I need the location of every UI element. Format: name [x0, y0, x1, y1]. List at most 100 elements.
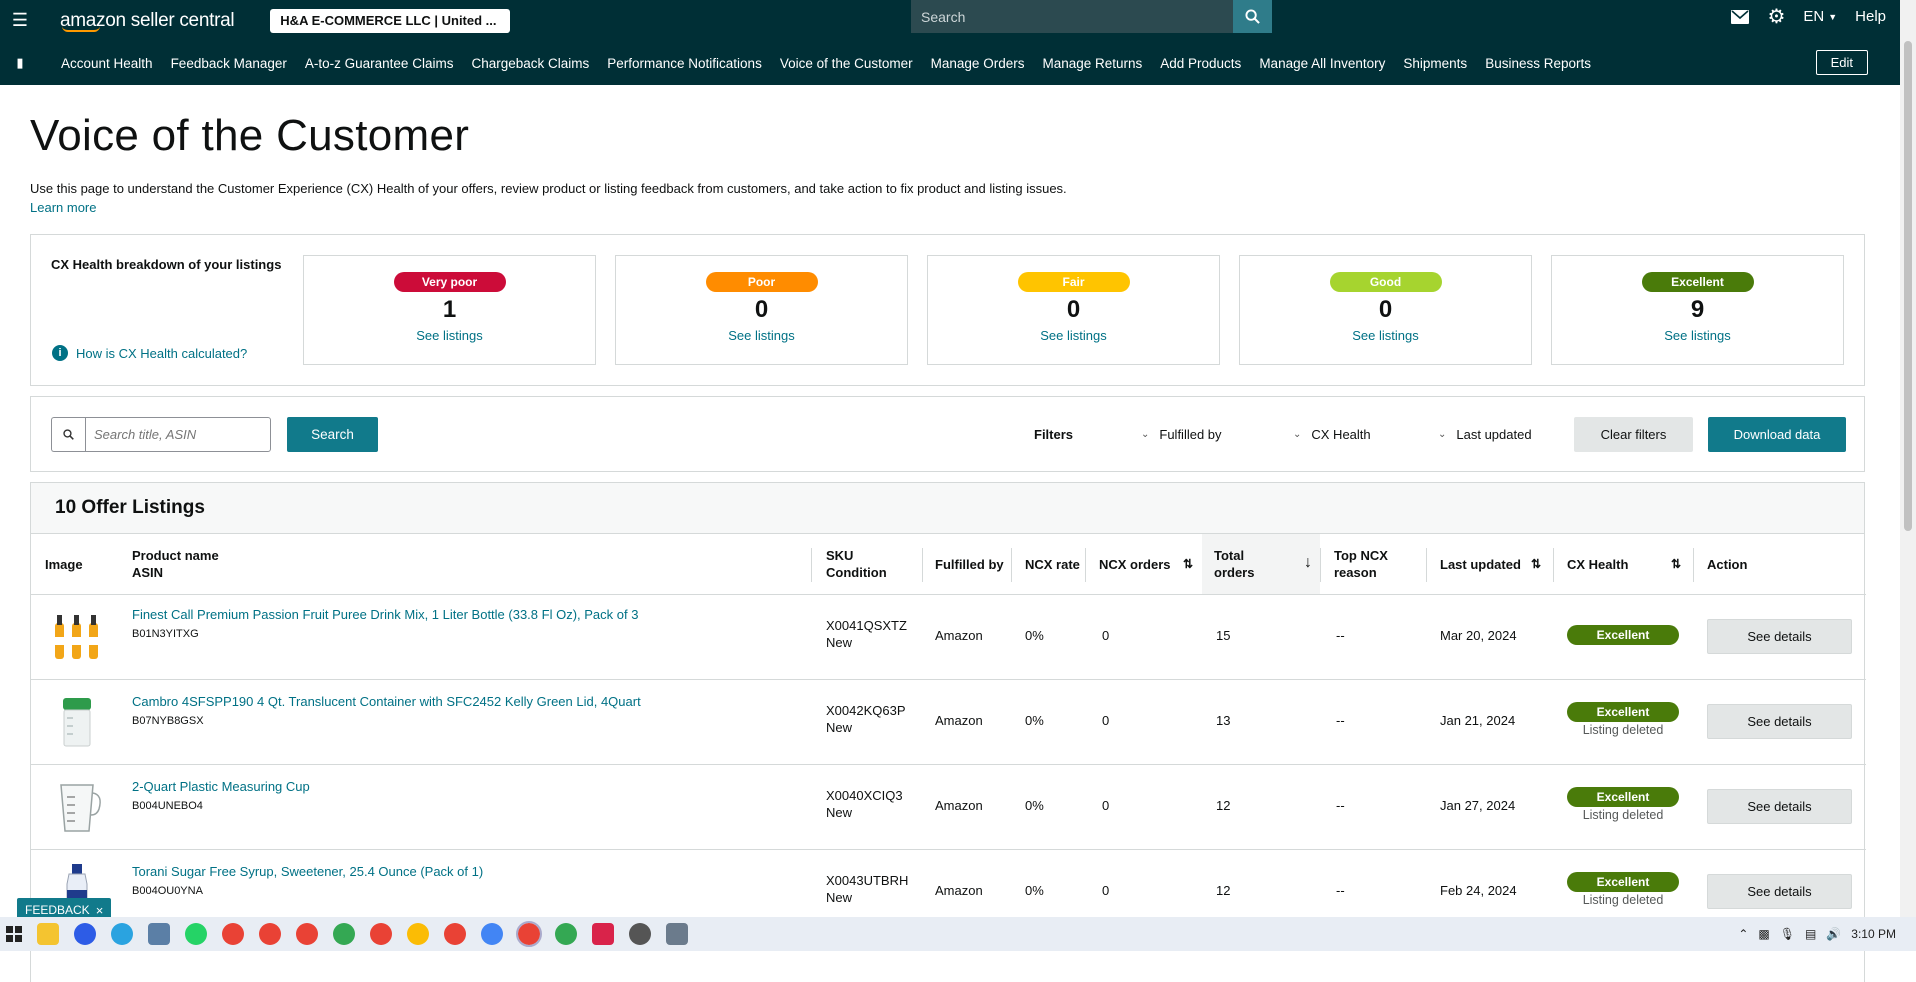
chrome-icon[interactable] — [444, 923, 466, 945]
nav-item-account-health[interactable]: Account Health — [61, 56, 153, 71]
fulfilled-by: Amazon — [935, 798, 983, 813]
page-title: Voice of the Customer — [30, 111, 470, 160]
scrollbar-thumb[interactable] — [1904, 41, 1912, 531]
nav-item-manage-inventory[interactable]: Manage All Inventory — [1259, 56, 1385, 71]
zoom-icon[interactable] — [74, 923, 96, 945]
nav-item-atoz-claims[interactable]: A-to-z Guarantee Claims — [305, 56, 454, 71]
product-name-link[interactable]: 2-Quart Plastic Measuring Cup — [132, 779, 310, 794]
gear-icon[interactable]: ⚙ — [1767, 4, 1785, 29]
search-button[interactable]: Search — [287, 417, 378, 452]
chevron-down-icon: ⌄ — [1293, 429, 1302, 440]
nav-item-business-reports[interactable]: Business Reports — [1485, 56, 1591, 71]
ncx-rate: 0% — [1025, 798, 1044, 813]
chrome-active-icon[interactable] — [516, 921, 542, 947]
chrome-icon[interactable] — [370, 923, 392, 945]
nav-item-manage-orders[interactable]: Manage Orders — [931, 56, 1025, 71]
product-image[interactable] — [49, 779, 105, 835]
col-last-updated[interactable]: Last updated ⇅ — [1440, 534, 1541, 594]
chrome-icon[interactable] — [407, 923, 429, 945]
chrome-icon[interactable] — [259, 923, 281, 945]
mail-icon[interactable] — [1731, 9, 1750, 24]
global-search-button[interactable] — [1233, 0, 1272, 33]
sort-icon[interactable]: ⇅ — [1183, 556, 1193, 573]
nav-item-voice-of-customer[interactable]: Voice of the Customer — [780, 56, 913, 71]
tile-fair: Fair 0 See listings — [927, 255, 1220, 365]
col-fulfilled: Fulfilled by — [935, 556, 1004, 572]
cx-health-info-link[interactable]: i How is CX Health calculated? — [52, 345, 247, 361]
chrome-icon[interactable] — [222, 923, 244, 945]
sort-icon[interactable]: ⇅ — [1531, 556, 1541, 573]
file-explorer-icon[interactable] — [37, 923, 59, 945]
excellent-pill: Excellent — [1641, 272, 1754, 292]
volume-icon[interactable]: 🔊 — [1826, 927, 1841, 941]
page-scrollbar[interactable] — [1900, 0, 1916, 917]
edit-nav-button[interactable]: Edit — [1815, 50, 1868, 75]
microphone-icon[interactable]: 🎙 — [1780, 927, 1795, 941]
see-listings-link[interactable]: See listings — [1552, 328, 1843, 343]
chrome-icon[interactable] — [481, 923, 503, 945]
col-cx-health[interactable]: CX Health ⇅ — [1567, 534, 1681, 594]
last-updated-dropdown[interactable]: ⌄ Last updated — [1438, 427, 1532, 442]
listing-status: Listing deleted — [1582, 808, 1664, 822]
chrome-icon[interactable] — [296, 923, 318, 945]
nav-item-add-products[interactable]: Add Products — [1160, 56, 1241, 71]
clear-filters-button[interactable]: Clear filters — [1574, 417, 1693, 452]
see-details-button[interactable]: See details — [1707, 789, 1852, 824]
page-intro: Use this page to understand the Customer… — [30, 181, 1067, 196]
product-name-link[interactable]: Cambro 4SFSPP190 4 Qt. Translucent Conta… — [132, 694, 641, 709]
app-icon[interactable] — [629, 923, 651, 945]
main-content: Voice of the Customer Use this page to u… — [30, 85, 1866, 982]
see-details-button[interactable]: See details — [1707, 874, 1852, 909]
language-selector[interactable]: EN ▼ — [1803, 8, 1837, 25]
see-details-button[interactable]: See details — [1707, 619, 1852, 654]
nav-item-manage-returns[interactable]: Manage Returns — [1042, 56, 1142, 71]
hamburger-menu-icon[interactable]: ☰ — [0, 0, 40, 41]
col-ncx-orders-label: NCX orders — [1099, 556, 1171, 572]
col-ncx-orders[interactable]: NCX orders ⇅ — [1099, 534, 1193, 594]
network-icon[interactable]: ▤ — [1805, 927, 1816, 941]
help-link[interactable]: Help — [1855, 8, 1886, 25]
close-icon[interactable]: × — [96, 903, 104, 918]
telegram-icon[interactable] — [111, 923, 133, 945]
notepad-icon[interactable] — [148, 923, 170, 945]
arrow-down-icon[interactable]: ↓ — [1304, 554, 1312, 571]
whatsapp-icon[interactable] — [185, 923, 207, 945]
product-name-link[interactable]: Finest Call Premium Passion Fruit Puree … — [132, 607, 638, 622]
account-selector[interactable]: H&A E-COMMERCE LLC | United ... — [270, 8, 511, 33]
very-poor-count: 1 — [442, 296, 457, 323]
calculator-icon[interactable] — [666, 923, 688, 945]
listing-search-input[interactable] — [85, 417, 271, 452]
app-icon[interactable] — [592, 923, 614, 945]
see-listings-link[interactable]: See listings — [616, 328, 907, 343]
see-listings-link[interactable]: See listings — [928, 328, 1219, 343]
col-condition-label: Condition — [826, 565, 887, 580]
chrome-icon[interactable] — [333, 923, 355, 945]
chevron-up-icon[interactable]: ⌃ — [1738, 927, 1748, 941]
nav-item-feedback-manager[interactable]: Feedback Manager — [171, 56, 287, 71]
see-listings-link[interactable]: See listings — [1240, 328, 1531, 343]
clock[interactable]: 3:10 PM — [1851, 927, 1896, 941]
see-listings-link[interactable]: See listings — [304, 328, 595, 343]
column-separator — [1553, 548, 1554, 582]
product-image[interactable] — [49, 609, 105, 665]
cx-health-dropdown[interactable]: ⌄ CX Health — [1293, 427, 1371, 442]
global-search-input[interactable]: Search — [911, 0, 1233, 33]
system-tray: ⌃ ▩ 🎙 ▤ 🔊 3:10 PM — [1728, 917, 1896, 951]
windows-start-icon[interactable] — [6, 926, 22, 942]
product-name-link[interactable]: Torani Sugar Free Syrup, Sweetener, 25.4… — [132, 864, 483, 879]
sort-icon[interactable]: ⇅ — [1671, 556, 1681, 573]
search-icon — [1245, 9, 1260, 24]
chrome-icon[interactable] — [555, 923, 577, 945]
nav-item-shipments[interactable]: Shipments — [1403, 56, 1467, 71]
fulfilled-by-dropdown[interactable]: ⌄ Fulfilled by — [1141, 427, 1222, 442]
product-image[interactable] — [49, 694, 105, 750]
meet-now-icon[interactable]: ▩ — [1758, 927, 1769, 941]
col-total-orders[interactable]: Total orders ↓ — [1214, 534, 1312, 594]
chevron-down-icon: ⌄ — [1438, 429, 1447, 440]
learn-more-link[interactable]: Learn more — [30, 200, 96, 215]
nav-item-performance-notifications[interactable]: Performance Notifications — [607, 56, 762, 71]
bookmark-icon[interactable]: ▮ — [0, 55, 40, 71]
see-details-button[interactable]: See details — [1707, 704, 1852, 739]
nav-item-chargeback-claims[interactable]: Chargeback Claims — [471, 56, 589, 71]
download-data-button[interactable]: Download data — [1708, 417, 1846, 452]
